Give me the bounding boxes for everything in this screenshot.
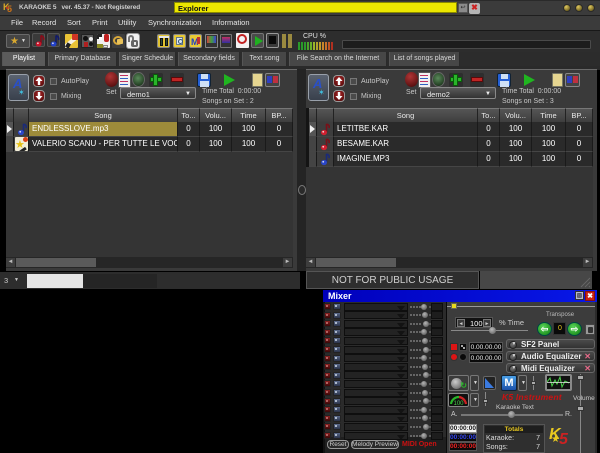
svg-text:100: 100 xyxy=(454,401,465,406)
